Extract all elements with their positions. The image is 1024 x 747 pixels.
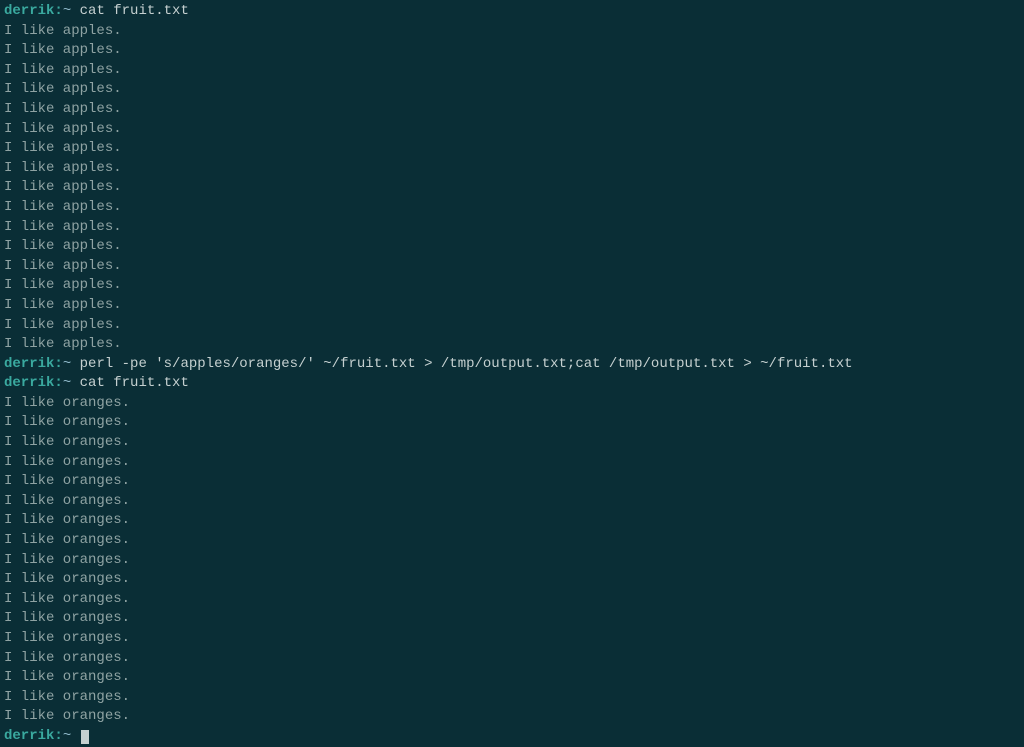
output-text: I like oranges. bbox=[4, 591, 130, 607]
output-text: I like oranges. bbox=[4, 473, 130, 489]
output-text: I like apples. bbox=[4, 238, 122, 254]
prompt-user: derrik bbox=[4, 356, 54, 372]
prompt-separator: : bbox=[54, 375, 62, 391]
terminal-prompt-line: derrik:~ cat fruit.txt bbox=[4, 2, 1020, 22]
output-text: I like oranges. bbox=[4, 689, 130, 705]
prompt-user: derrik bbox=[4, 728, 54, 744]
prompt-separator: : bbox=[54, 728, 62, 744]
output-text: I like apples. bbox=[4, 62, 122, 78]
terminal-prompt-line: derrik:~ cat fruit.txt bbox=[4, 374, 1020, 394]
prompt-path: ~ bbox=[63, 728, 71, 744]
terminal-output-line: I like apples. bbox=[4, 296, 1020, 316]
terminal-output-line: I like oranges. bbox=[4, 688, 1020, 708]
output-text: I like oranges. bbox=[4, 552, 130, 568]
output-text: I like apples. bbox=[4, 297, 122, 313]
output-text: I like oranges. bbox=[4, 493, 130, 509]
terminal-output-line: I like oranges. bbox=[4, 511, 1020, 531]
terminal-output-line: I like oranges. bbox=[4, 472, 1020, 492]
prompt-path: ~ bbox=[63, 375, 71, 391]
prompt-separator: : bbox=[54, 3, 62, 19]
terminal-output-line: I like apples. bbox=[4, 61, 1020, 81]
output-text: I like oranges. bbox=[4, 650, 130, 666]
output-text: I like apples. bbox=[4, 42, 122, 58]
output-text: I like apples. bbox=[4, 317, 122, 333]
terminal-output-line: I like oranges. bbox=[4, 453, 1020, 473]
output-text: I like oranges. bbox=[4, 414, 130, 430]
output-text: I like oranges. bbox=[4, 571, 130, 587]
terminal-output-line: I like apples. bbox=[4, 100, 1020, 120]
terminal-output-line: I like apples. bbox=[4, 257, 1020, 277]
output-text: I like apples. bbox=[4, 121, 122, 137]
terminal-output-line: I like apples. bbox=[4, 41, 1020, 61]
output-text: I like apples. bbox=[4, 140, 122, 156]
terminal-output-line: I like oranges. bbox=[4, 551, 1020, 571]
output-text: I like apples. bbox=[4, 199, 122, 215]
output-text: I like oranges. bbox=[4, 395, 130, 411]
terminal-output-line: I like apples. bbox=[4, 218, 1020, 238]
output-text: I like oranges. bbox=[4, 708, 130, 724]
terminal-output-line: I like apples. bbox=[4, 159, 1020, 179]
output-text: I like apples. bbox=[4, 101, 122, 117]
terminal-output-line: I like apples. bbox=[4, 335, 1020, 355]
prompt-user: derrik bbox=[4, 375, 54, 391]
terminal-output-line: I like apples. bbox=[4, 237, 1020, 257]
terminal-prompt-line: derrik:~ perl -pe 's/apples/oranges/' ~/… bbox=[4, 355, 1020, 375]
output-text: I like apples. bbox=[4, 81, 122, 97]
terminal-output-line: I like apples. bbox=[4, 178, 1020, 198]
output-text: I like oranges. bbox=[4, 669, 130, 685]
output-text: I like apples. bbox=[4, 23, 122, 39]
output-text: I like apples. bbox=[4, 336, 122, 352]
terminal-output-line: I like apples. bbox=[4, 22, 1020, 42]
output-text: I like oranges. bbox=[4, 512, 130, 528]
terminal-output-line: I like apples. bbox=[4, 276, 1020, 296]
output-text: I like apples. bbox=[4, 258, 122, 274]
terminal-output-line: I like apples. bbox=[4, 120, 1020, 140]
terminal-output-line: I like oranges. bbox=[4, 492, 1020, 512]
prompt-path: ~ bbox=[63, 356, 71, 372]
terminal-output-line: I like oranges. bbox=[4, 668, 1020, 688]
prompt-separator: : bbox=[54, 356, 62, 372]
terminal-output-line: I like apples. bbox=[4, 198, 1020, 218]
output-text: I like apples. bbox=[4, 160, 122, 176]
prompt-user: derrik bbox=[4, 3, 54, 19]
output-text: I like oranges. bbox=[4, 434, 130, 450]
terminal-output-line: I like oranges. bbox=[4, 629, 1020, 649]
terminal-output-line: I like oranges. bbox=[4, 570, 1020, 590]
output-text: I like oranges. bbox=[4, 532, 130, 548]
terminal-viewport[interactable]: derrik:~ cat fruit.txtI like apples.I li… bbox=[4, 2, 1020, 747]
terminal-output-line: I like oranges. bbox=[4, 707, 1020, 727]
terminal-prompt-line: derrik:~ bbox=[4, 727, 1020, 747]
terminal-output-line: I like apples. bbox=[4, 316, 1020, 336]
terminal-output-line: I like oranges. bbox=[4, 433, 1020, 453]
terminal-output-line: I like oranges. bbox=[4, 531, 1020, 551]
terminal-output-line: I like oranges. bbox=[4, 394, 1020, 414]
output-text: I like apples. bbox=[4, 179, 122, 195]
cursor-icon bbox=[81, 730, 89, 744]
prompt-path: ~ bbox=[63, 3, 71, 19]
terminal-output-line: I like oranges. bbox=[4, 590, 1020, 610]
output-text: I like apples. bbox=[4, 219, 122, 235]
output-text: I like oranges. bbox=[4, 454, 130, 470]
terminal-output-line: I like oranges. bbox=[4, 649, 1020, 669]
command-text: perl -pe 's/apples/oranges/' ~/fruit.txt… bbox=[80, 356, 853, 372]
terminal-output-line: I like apples. bbox=[4, 80, 1020, 100]
command-text: cat fruit.txt bbox=[80, 3, 189, 19]
terminal-output-line: I like apples. bbox=[4, 139, 1020, 159]
command-text: cat fruit.txt bbox=[80, 375, 189, 391]
terminal-output-line: I like oranges. bbox=[4, 609, 1020, 629]
output-text: I like apples. bbox=[4, 277, 122, 293]
output-text: I like oranges. bbox=[4, 610, 130, 626]
terminal-output-line: I like oranges. bbox=[4, 413, 1020, 433]
